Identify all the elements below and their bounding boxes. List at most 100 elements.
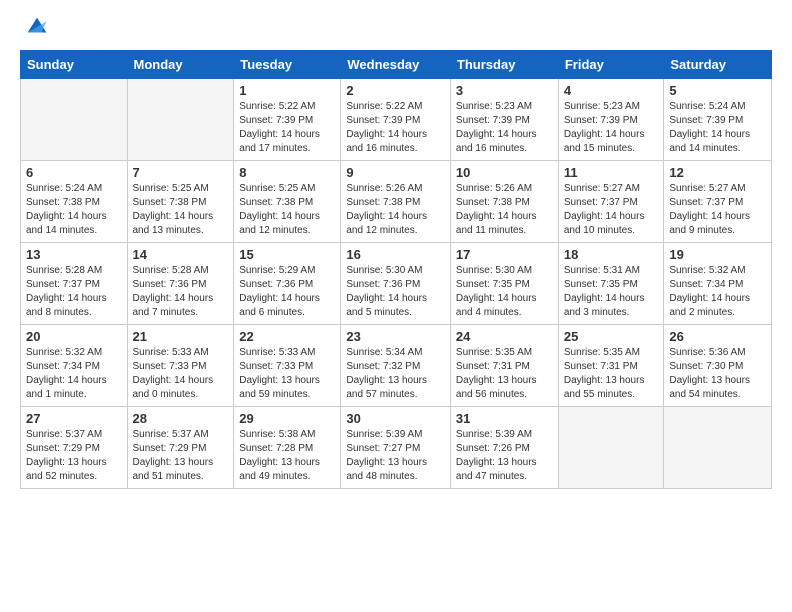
day-info: Sunrise: 5:36 AM Sunset: 7:30 PM Dayligh… [669, 346, 766, 402]
calendar-cell: 31 Sunrise: 5:39 AM Sunset: 7:26 PM Dayli… [450, 407, 558, 489]
day-info: Sunrise: 5:35 AM Sunset: 7:31 PM Dayligh… [564, 346, 659, 402]
weekday-header-thursday: Thursday [450, 51, 558, 79]
day-number: 2 [346, 83, 445, 98]
calendar-cell: 15 Sunrise: 5:29 AM Sunset: 7:36 PM Dayli… [234, 243, 341, 325]
day-number: 19 [669, 247, 766, 262]
calendar-cell: 8 Sunrise: 5:25 AM Sunset: 7:38 PM Daylig… [234, 161, 341, 243]
weekday-header-tuesday: Tuesday [234, 51, 341, 79]
day-number: 6 [26, 165, 122, 180]
day-info: Sunrise: 5:37 AM Sunset: 7:29 PM Dayligh… [133, 428, 229, 484]
calendar-cell: 22 Sunrise: 5:33 AM Sunset: 7:33 PM Dayli… [234, 325, 341, 407]
day-number: 28 [133, 411, 229, 426]
calendar-cell: 24 Sunrise: 5:35 AM Sunset: 7:31 PM Dayli… [450, 325, 558, 407]
calendar-cell [558, 407, 664, 489]
calendar-cell [664, 407, 772, 489]
calendar-cell: 20Sunrise: 5:32 AM Sunset: 7:34 PM Dayli… [21, 325, 128, 407]
day-number: 15 [239, 247, 335, 262]
day-info: Sunrise: 5:25 AM Sunset: 7:38 PM Dayligh… [239, 182, 335, 238]
day-info: Sunrise: 5:38 AM Sunset: 7:28 PM Dayligh… [239, 428, 335, 484]
day-number: 26 [669, 329, 766, 344]
calendar-cell: 12 Sunrise: 5:27 AM Sunset: 7:37 PM Dayli… [664, 161, 772, 243]
day-info: Sunrise: 5:24 AM Sunset: 7:39 PM Dayligh… [669, 100, 766, 156]
day-info: Sunrise: 5:22 AM Sunset: 7:39 PM Dayligh… [346, 100, 445, 156]
day-info: Sunrise: 5:39 AM Sunset: 7:26 PM Dayligh… [456, 428, 553, 484]
calendar-cell: 25 Sunrise: 5:35 AM Sunset: 7:31 PM Dayli… [558, 325, 664, 407]
day-number: 1 [239, 83, 335, 98]
day-info: Sunrise: 5:24 AM Sunset: 7:38 PM Dayligh… [26, 182, 122, 238]
day-info: Sunrise: 5:34 AM Sunset: 7:32 PM Dayligh… [346, 346, 445, 402]
calendar-cell: 13Sunrise: 5:28 AM Sunset: 7:37 PM Dayli… [21, 243, 128, 325]
day-number: 11 [564, 165, 659, 180]
calendar-cell: 17 Sunrise: 5:30 AM Sunset: 7:35 PM Dayli… [450, 243, 558, 325]
day-info: Sunrise: 5:35 AM Sunset: 7:31 PM Dayligh… [456, 346, 553, 402]
day-info: Sunrise: 5:25 AM Sunset: 7:38 PM Dayligh… [133, 182, 229, 238]
logo [20, 16, 51, 40]
day-number: 29 [239, 411, 335, 426]
calendar-cell: 26 Sunrise: 5:36 AM Sunset: 7:30 PM Dayli… [664, 325, 772, 407]
week-row-2: 6 Sunrise: 5:24 AM Sunset: 7:38 PM Daylig… [21, 161, 772, 243]
calendar-cell: 3 Sunrise: 5:23 AM Sunset: 7:39 PM Daylig… [450, 79, 558, 161]
day-number: 31 [456, 411, 553, 426]
calendar-cell: 4 Sunrise: 5:23 AM Sunset: 7:39 PM Daylig… [558, 79, 664, 161]
day-number: 23 [346, 329, 445, 344]
calendar-cell: 19 Sunrise: 5:32 AM Sunset: 7:34 PM Dayli… [664, 243, 772, 325]
day-number: 22 [239, 329, 335, 344]
day-number: 5 [669, 83, 766, 98]
day-number: 25 [564, 329, 659, 344]
day-number: 8 [239, 165, 335, 180]
day-number: 16 [346, 247, 445, 262]
weekday-header-saturday: Saturday [664, 51, 772, 79]
day-number: 7 [133, 165, 229, 180]
day-number: 3 [456, 83, 553, 98]
day-number: 24 [456, 329, 553, 344]
day-number: 18 [564, 247, 659, 262]
weekday-header-row: SundayMondayTuesdayWednesdayThursdayFrid… [21, 51, 772, 79]
day-info: Sunrise: 5:23 AM Sunset: 7:39 PM Dayligh… [564, 100, 659, 156]
calendar-cell: 16 Sunrise: 5:30 AM Sunset: 7:36 PM Dayli… [341, 243, 451, 325]
calendar: SundayMondayTuesdayWednesdayThursdayFrid… [20, 50, 772, 489]
day-info: Sunrise: 5:30 AM Sunset: 7:36 PM Dayligh… [346, 264, 445, 320]
day-number: 30 [346, 411, 445, 426]
day-number: 17 [456, 247, 553, 262]
day-info: Sunrise: 5:33 AM Sunset: 7:33 PM Dayligh… [133, 346, 229, 402]
calendar-cell: 21 Sunrise: 5:33 AM Sunset: 7:33 PM Dayli… [127, 325, 234, 407]
calendar-cell [21, 79, 128, 161]
day-number: 12 [669, 165, 766, 180]
week-row-5: 27Sunrise: 5:37 AM Sunset: 7:29 PM Dayli… [21, 407, 772, 489]
day-info: Sunrise: 5:22 AM Sunset: 7:39 PM Dayligh… [239, 100, 335, 156]
day-number: 21 [133, 329, 229, 344]
day-info: Sunrise: 5:23 AM Sunset: 7:39 PM Dayligh… [456, 100, 553, 156]
day-info: Sunrise: 5:28 AM Sunset: 7:36 PM Dayligh… [133, 264, 229, 320]
calendar-cell: 28 Sunrise: 5:37 AM Sunset: 7:29 PM Dayli… [127, 407, 234, 489]
calendar-cell: 6 Sunrise: 5:24 AM Sunset: 7:38 PM Daylig… [21, 161, 128, 243]
day-info: Sunrise: 5:39 AM Sunset: 7:27 PM Dayligh… [346, 428, 445, 484]
week-row-3: 13Sunrise: 5:28 AM Sunset: 7:37 PM Dayli… [21, 243, 772, 325]
weekday-header-friday: Friday [558, 51, 664, 79]
calendar-cell: 10Sunrise: 5:26 AM Sunset: 7:38 PM Dayli… [450, 161, 558, 243]
day-info: Sunrise: 5:30 AM Sunset: 7:35 PM Dayligh… [456, 264, 553, 320]
day-number: 13 [26, 247, 122, 262]
calendar-cell: 9Sunrise: 5:26 AM Sunset: 7:38 PM Daylig… [341, 161, 451, 243]
day-number: 4 [564, 83, 659, 98]
calendar-cell: 14 Sunrise: 5:28 AM Sunset: 7:36 PM Dayli… [127, 243, 234, 325]
day-number: 14 [133, 247, 229, 262]
day-info: Sunrise: 5:32 AM Sunset: 7:34 PM Dayligh… [669, 264, 766, 320]
calendar-cell: 18 Sunrise: 5:31 AM Sunset: 7:35 PM Dayli… [558, 243, 664, 325]
header [20, 16, 772, 40]
weekday-header-sunday: Sunday [21, 51, 128, 79]
day-info: Sunrise: 5:37 AM Sunset: 7:29 PM Dayligh… [26, 428, 122, 484]
week-row-1: 1 Sunrise: 5:22 AM Sunset: 7:39 PM Daylig… [21, 79, 772, 161]
weekday-header-monday: Monday [127, 51, 234, 79]
day-info: Sunrise: 5:27 AM Sunset: 7:37 PM Dayligh… [669, 182, 766, 238]
day-info: Sunrise: 5:29 AM Sunset: 7:36 PM Dayligh… [239, 264, 335, 320]
day-info: Sunrise: 5:33 AM Sunset: 7:33 PM Dayligh… [239, 346, 335, 402]
day-info: Sunrise: 5:27 AM Sunset: 7:37 PM Dayligh… [564, 182, 659, 238]
calendar-cell [127, 79, 234, 161]
calendar-cell: 11 Sunrise: 5:27 AM Sunset: 7:37 PM Dayli… [558, 161, 664, 243]
calendar-cell: 23 Sunrise: 5:34 AM Sunset: 7:32 PM Dayli… [341, 325, 451, 407]
calendar-cell: 30 Sunrise: 5:39 AM Sunset: 7:27 PM Dayli… [341, 407, 451, 489]
day-info: Sunrise: 5:26 AM Sunset: 7:38 PM Dayligh… [456, 182, 553, 238]
calendar-cell: 27Sunrise: 5:37 AM Sunset: 7:29 PM Dayli… [21, 407, 128, 489]
day-info: Sunrise: 5:31 AM Sunset: 7:35 PM Dayligh… [564, 264, 659, 320]
page: SundayMondayTuesdayWednesdayThursdayFrid… [0, 0, 792, 612]
